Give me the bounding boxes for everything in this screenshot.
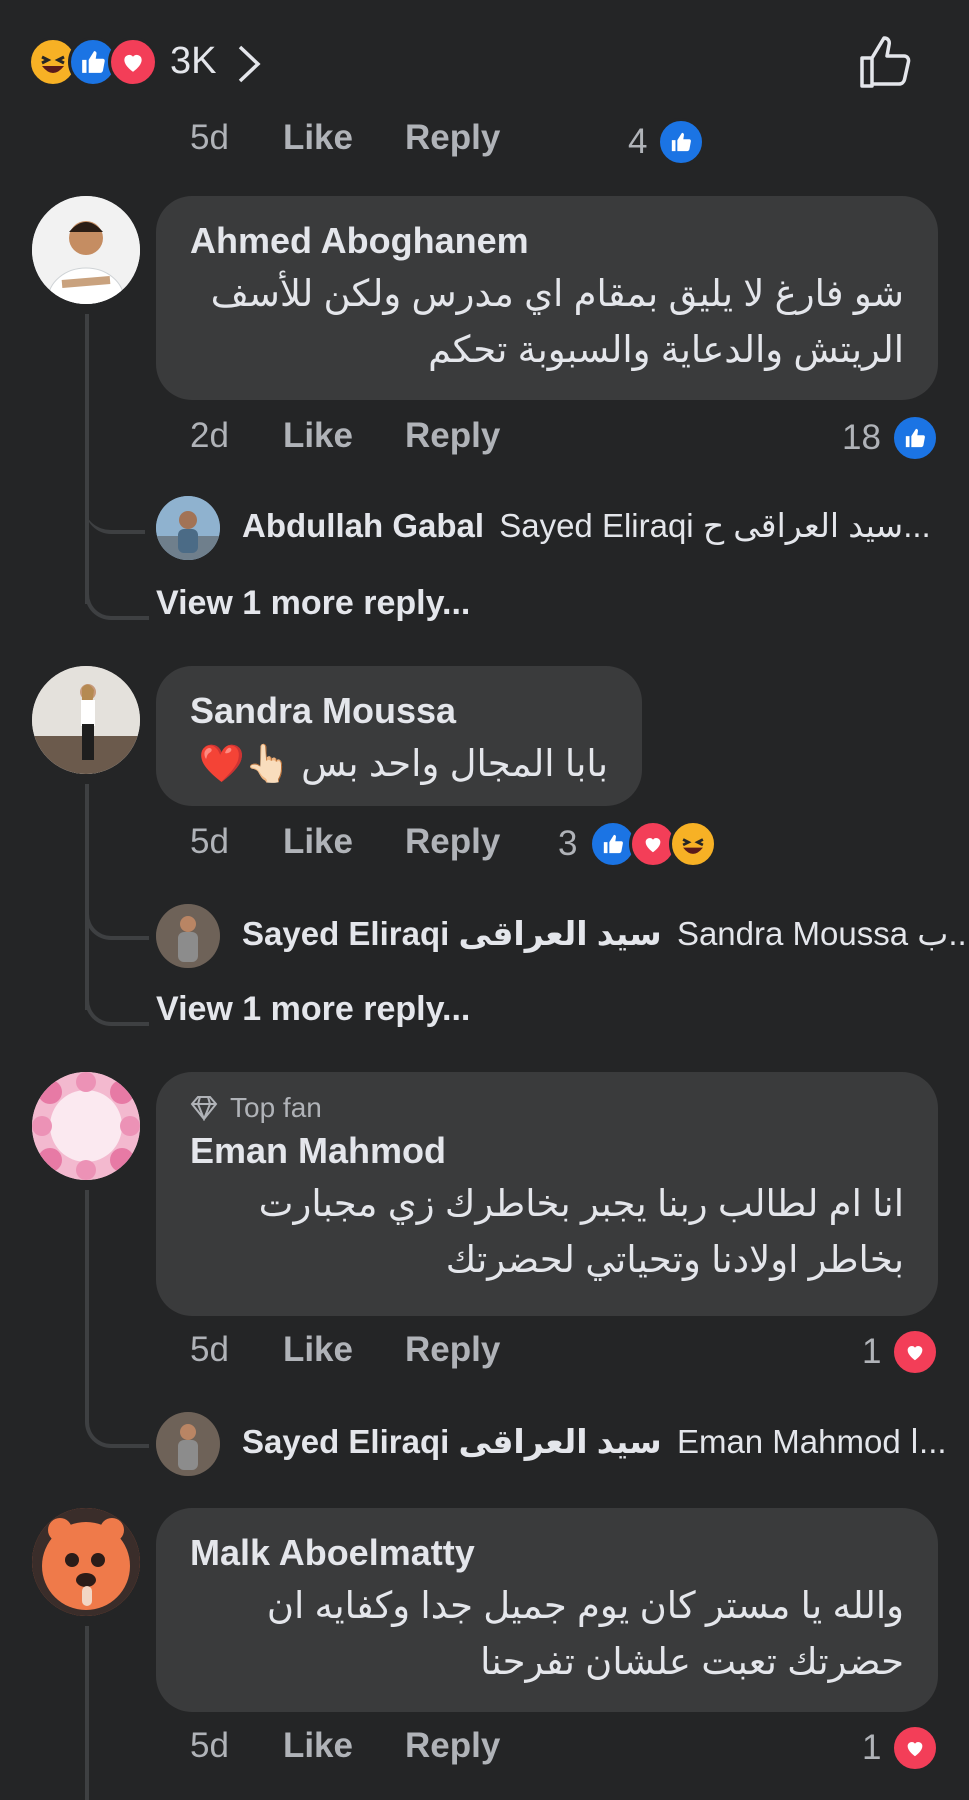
reply-button[interactable]: Reply <box>405 118 500 158</box>
comment-time: 2d <box>190 416 229 455</box>
reaction-count-badge[interactable]: 3 <box>558 820 718 868</box>
haha-icon <box>669 820 718 868</box>
comment-bubble[interactable]: Top fan Eman Mahmod انا ام لطالب ربنا يج… <box>156 1072 938 1316</box>
reply-button[interactable]: Reply <box>405 416 500 456</box>
reply-connector <box>85 560 149 620</box>
reply-connector <box>85 966 149 1026</box>
reply-author: Sayed Eliraqi سيد العراقى <box>242 915 662 952</box>
like-button[interactable]: Like <box>283 1330 353 1370</box>
thread-line <box>85 1626 89 1800</box>
reaction-count-badge[interactable]: 4 <box>628 118 706 166</box>
comment-text-line: بابا المجال واحد بس 👆🏻❤️ <box>198 743 608 784</box>
comment-actions: 5d Like Reply <box>190 1726 500 1766</box>
comment-time: 5d <box>190 1330 229 1369</box>
reply-preview[interactable]: Sayed Eliraqi سيد العراقى Eman Mahmod ا.… <box>242 1422 947 1461</box>
like-icon <box>657 118 706 166</box>
comment-time: 5d <box>190 1726 229 1765</box>
reply-preview[interactable]: Abdullah Gabal Sayed Eliraqi سيد العراقى… <box>242 506 931 545</box>
reply-connector <box>85 896 149 940</box>
reply-button[interactable]: Reply <box>405 822 500 862</box>
comment-actions: 2d Like Reply <box>190 416 500 456</box>
avatar[interactable] <box>32 196 140 304</box>
reply-author: Abdullah Gabal <box>242 507 485 544</box>
love-icon <box>108 37 158 87</box>
comment-bubble[interactable]: Sandra Moussa بابا المجال واحد بس 👆🏻❤️ <box>156 666 642 806</box>
love-icon <box>891 1724 940 1772</box>
comment-author[interactable]: Malk Aboelmatty <box>190 1532 904 1574</box>
comment-text-line: انا ام لطالب ربنا يجبر بخاطرك زي مجبارت <box>258 1183 904 1224</box>
comment-time: 5d <box>190 118 229 157</box>
reply-preview[interactable]: Sayed Eliraqi سيد العراقى Sandra Moussa … <box>242 914 969 953</box>
reply-avatar[interactable] <box>156 496 220 560</box>
comment-text-line: الريتش والدعاية والسبوبة تحكم <box>428 329 904 370</box>
reply-connector <box>85 490 145 534</box>
view-more-replies-link[interactable]: View 1 more reply... <box>156 990 470 1029</box>
comment-text-line: حضرتك تعبت علشان تفرحنا <box>480 1641 904 1682</box>
like-button[interactable]: Like <box>283 416 353 456</box>
reply-button[interactable]: Reply <box>405 1726 500 1766</box>
reply-connector <box>85 1400 149 1448</box>
reaction-count-badge[interactable]: 1 <box>862 1328 940 1376</box>
avatar[interactable] <box>32 1072 140 1180</box>
thread-line <box>85 1190 89 1416</box>
diamond-icon <box>190 1096 218 1121</box>
reply-avatar[interactable] <box>156 904 220 968</box>
comment-time: 5d <box>190 822 229 861</box>
comment-text-line: شو فارغ لا يليق بمقام اي مدرس ولكن للأسف <box>210 273 904 314</box>
comment-author[interactable]: Sandra Moussa <box>190 690 608 732</box>
reaction-summary[interactable] <box>28 37 158 87</box>
like-button[interactable]: Like <box>283 822 353 862</box>
comment-author[interactable]: Ahmed Aboghanem <box>190 220 904 262</box>
reply-snippet: Sandra Moussa ب... <box>676 915 969 952</box>
like-icon <box>890 414 939 462</box>
reaction-count[interactable]: 3K <box>170 40 216 83</box>
top-fan-badge: Top fan <box>190 1092 904 1124</box>
reply-button[interactable]: Reply <box>405 1330 500 1370</box>
chevron-right-icon[interactable] <box>236 44 262 84</box>
previous-comment-actions: 5d Like Reply <box>190 118 500 158</box>
avatar[interactable] <box>32 666 140 774</box>
comment-bubble[interactable]: Ahmed Aboghanem شو فارغ لا يليق بمقام اي… <box>156 196 938 400</box>
comment-text-line: بخاطر اولادنا وتحياتي لحضرتك <box>445 1239 904 1280</box>
reply-avatar[interactable] <box>156 1412 220 1476</box>
reaction-count-badge[interactable]: 18 <box>842 414 939 462</box>
comment-author[interactable]: Eman Mahmod <box>190 1130 904 1172</box>
comment-actions: 5d Like Reply <box>190 1330 500 1370</box>
comment-bubble[interactable]: Malk Aboelmatty والله يا مستر كان يوم جم… <box>156 1508 938 1712</box>
love-icon <box>891 1328 940 1376</box>
reply-snippet: Sayed Eliraqi سيد العراقى ح... <box>499 507 931 544</box>
reaction-count-badge[interactable]: 1 <box>862 1724 940 1772</box>
like-button[interactable]: Like <box>283 118 353 158</box>
reply-author: Sayed Eliraqi سيد العراقى <box>242 1423 662 1460</box>
comment-actions: 5d Like Reply <box>190 822 500 862</box>
like-button[interactable]: Like <box>283 1726 353 1766</box>
comment-text-line: والله يا مستر كان يوم جميل جدا وكفايه ان <box>266 1585 904 1626</box>
reactions-header: 3K <box>0 0 969 120</box>
avatar[interactable] <box>32 1508 140 1616</box>
thumbs-up-outline-icon[interactable] <box>858 34 914 90</box>
reply-snippet: Eman Mahmod ا... <box>676 1423 947 1460</box>
view-more-replies-link[interactable]: View 1 more reply... <box>156 584 470 623</box>
